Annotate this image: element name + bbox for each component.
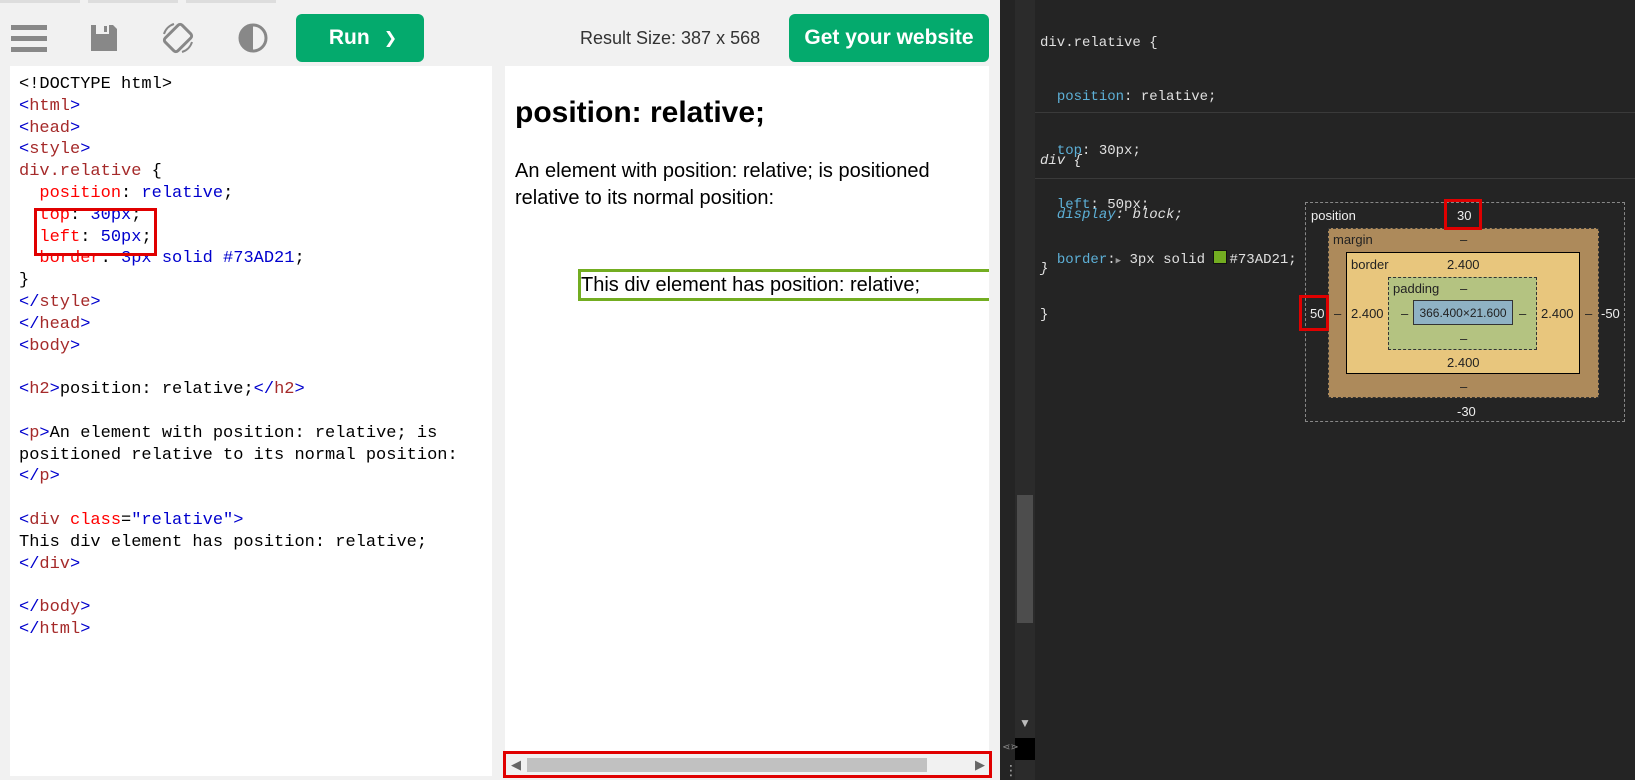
css-close-brace: } <box>1040 261 1049 277</box>
box-model-border-label: border <box>1351 257 1389 272</box>
code-line[interactable]: <body> <box>19 336 458 358</box>
save-icon[interactable] <box>84 18 124 58</box>
box-model-position-right[interactable]: -50 <box>1601 306 1620 321</box>
box-model-margin-right[interactable]: – <box>1585 306 1592 321</box>
css-rule-divider <box>1035 112 1635 113</box>
contrast-icon[interactable] <box>233 18 273 58</box>
box-model-padding-label: padding <box>1393 281 1440 296</box>
code-line[interactable]: <h2>position: relative;</h2> <box>19 379 458 401</box>
code-line[interactable]: <p>An element with position: relative; i… <box>19 423 458 445</box>
code-line[interactable] <box>19 357 458 379</box>
code-line[interactable]: This div element has position: relative; <box>19 532 458 554</box>
run-button[interactable]: Run ❯ <box>296 14 424 62</box>
devtools-scrollbar-thumb[interactable] <box>1017 495 1033 623</box>
chevron-right-icon: ❯ <box>383 30 398 47</box>
scroll-down-icon[interactable]: ▼ <box>1019 716 1031 730</box>
code-line[interactable]: div.relative { <box>19 161 458 183</box>
get-your-website-button[interactable]: Get your website <box>789 14 989 62</box>
highlight-position-top <box>1444 199 1482 230</box>
highlight-top-left-code <box>34 208 157 256</box>
code-line[interactable] <box>19 401 458 423</box>
css-close-brace: } <box>1040 307 1049 323</box>
code-line[interactable]: position: relative; <box>19 183 458 205</box>
code-line[interactable]: </div> <box>19 554 458 576</box>
rotate-layout-icon[interactable] <box>158 18 198 58</box>
code-line[interactable]: <div class="relative"> <box>19 510 458 532</box>
box-model-content-size[interactable]: 366.400×21.600 <box>1413 300 1513 325</box>
code-line[interactable]: <html> <box>19 96 458 118</box>
box-model-border-top[interactable]: 2.400 <box>1447 257 1480 272</box>
box-model-margin-bottom[interactable]: – <box>1460 379 1467 394</box>
code-line[interactable]: <style> <box>19 139 458 161</box>
color-swatch[interactable] <box>1213 250 1228 264</box>
code-line[interactable]: positioned relative to its normal positi… <box>19 445 458 467</box>
devtools-scrollbar[interactable] <box>1015 0 1035 780</box>
result-size-text: Result Size: 387 x 568 <box>580 28 761 48</box>
box-model-padding-top[interactable]: – <box>1460 281 1467 296</box>
code-editor[interactable]: <!DOCTYPE html> <html> <head> <style> div.re… <box>10 66 492 776</box>
code-line[interactable] <box>19 488 458 510</box>
css-rule-divider <box>1035 178 1635 179</box>
code-line[interactable]: </body> <box>19 597 458 619</box>
box-model-margin-top[interactable]: – <box>1460 232 1467 247</box>
run-button-label: Run <box>328 26 370 49</box>
result-relative-div: This div element has position: relative; <box>578 269 989 301</box>
menu-icon[interactable] <box>9 18 49 58</box>
code-line[interactable]: </html> <box>19 619 458 641</box>
box-model-margin-left[interactable]: – <box>1334 306 1341 321</box>
box-model-padding-left[interactable]: – <box>1401 306 1408 321</box>
code-line[interactable]: </p> <box>19 466 458 488</box>
css-prop-display: display: block; <box>1056 207 1183 223</box>
devtools-more-icon[interactable]: ⋮ <box>1004 762 1018 779</box>
code-line[interactable]: <head> <box>19 118 458 140</box>
highlight-horizontal-scrollbar <box>503 751 992 778</box>
box-model-padding-right[interactable]: – <box>1519 306 1526 321</box>
css-prop-position[interactable]: position: relative; <box>1040 88 1297 106</box>
code-line[interactable]: } <box>19 270 458 292</box>
code-line[interactable]: </style> <box>19 292 458 314</box>
result-heading: position: relative; <box>515 96 766 129</box>
css-selector: div.relative { <box>1040 35 1158 51</box>
box-model-padding-bottom[interactable]: – <box>1460 331 1467 346</box>
result-paragraph: An element with position: relative; is p… <box>515 160 930 209</box>
result-pane: position: relative; An element with posi… <box>505 66 989 776</box>
box-model-border-bottom[interactable]: 2.400 <box>1447 355 1480 370</box>
code-line[interactable]: </head> <box>19 314 458 336</box>
css-rule-div: div { display: block; } <box>1040 116 1183 296</box>
box-model-margin-label: margin <box>1333 232 1373 247</box>
box-model-border-left[interactable]: 2.400 <box>1351 306 1384 321</box>
code-line[interactable] <box>19 575 458 597</box>
highlight-position-left <box>1299 295 1329 331</box>
code-line[interactable]: <!DOCTYPE html> <box>19 74 458 96</box>
box-model-position-label: position <box>1311 208 1356 223</box>
devtools-resize-handle-icon[interactable]: ⋖⋗ <box>1002 742 1019 753</box>
box-model-position-bottom[interactable]: -30 <box>1457 404 1476 419</box>
box-model-border-right[interactable]: 2.400 <box>1541 306 1574 321</box>
code-text[interactable]: <!DOCTYPE html> <html> <head> <style> div.re… <box>19 74 458 641</box>
css-selector: div { <box>1040 153 1083 169</box>
